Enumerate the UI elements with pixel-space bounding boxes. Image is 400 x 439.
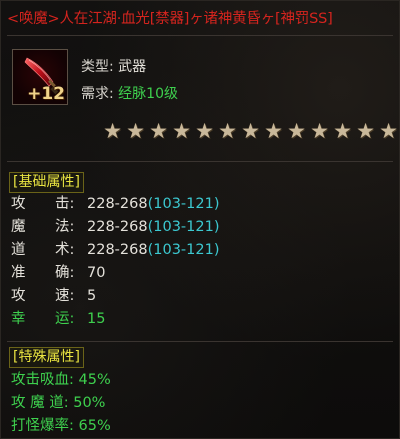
base-stat-label-suffix: 确: [55,265,75,281]
enhance-level: +12 [27,84,65,104]
base-stat-label-suffix: 法: [55,219,75,235]
base-stat-label-char: 魔 [11,219,26,235]
base-stat-label-char: 道 [11,242,26,258]
item-title: <唤魔>人在江湖·血光[禁器]ヶ诸神黄昏ヶ[神罚SS] [7,11,333,27]
star-icon: ★ [218,119,237,143]
item-requirement-row: 需求: 经脉10级 [81,83,178,103]
special-stat-value: 45% [73,372,111,388]
requirement-label: 需求: [81,86,114,102]
base-stat-value: 5 [87,288,97,304]
base-stat-label: 幸 运: [11,309,87,329]
base-stat-label: 准 确: [11,263,87,283]
base-stat-label-char: 攻 [11,288,26,304]
base-stat-row: 准 确: 70 [11,263,105,283]
special-stat-value: 65% [73,418,111,434]
item-type-row: 类型: 武器 [81,56,146,76]
base-stat-bonus: (103-121) [147,242,220,258]
special-stat-row: 攻 魔 道: 50% [11,393,105,413]
special-stat-row: 打怪爆率: 65% [11,416,111,436]
title-divider [7,35,393,36]
star-icon: ★ [287,119,306,143]
special-stat-label: 攻击吸血: [11,372,74,388]
base-stat-label: 攻 击: [11,194,87,214]
base-stat-row: 幸 运: 15 [11,309,105,329]
item-icon-slot[interactable]: +12 [12,49,68,105]
star-icon: ★ [172,119,191,143]
base-stat-label-suffix: 速: [55,288,75,304]
base-stat-bonus: (103-121) [147,219,220,235]
requirement-value: 经脉10级 [118,86,178,102]
base-stat-label-suffix: 术: [55,242,75,258]
special-stat-label: 打怪爆率: [11,418,74,434]
section-divider [7,341,393,342]
star-icon: ★ [264,119,283,143]
star-icon: ★ [333,119,352,143]
star-icon: ★ [310,119,329,143]
base-stat-value: 228-268 [87,196,148,212]
base-stat-row: 攻 击: 228-268(103-121) [11,194,220,214]
special-stat-row: 攻击吸血: 45% [11,370,111,390]
base-stat-label-char: 攻 [11,196,26,212]
base-stat-value: 15 [87,311,106,327]
base-stat-value: 70 [87,265,106,281]
base-stat-label-suffix: 运: [55,311,75,327]
star-icon: ★ [195,119,214,143]
base-stat-value: 228-268 [87,242,148,258]
type-value: 武器 [118,59,147,75]
base-stat-bonus: (103-121) [147,196,220,212]
base-stat-label: 道 术: [11,240,87,260]
base-stat-label-char: 准 [11,265,26,281]
special-stat-label: 攻 魔 道: [11,395,69,411]
star-icon: ★ [126,119,145,143]
special-stat-value: 50% [68,395,106,411]
type-label: 类型: [81,59,114,75]
star-icon: ★ [103,119,122,143]
base-stat-label: 魔 法: [11,217,87,237]
base-stat-row: 魔 法: 228-268(103-121) [11,217,220,237]
base-stat-row: 攻 速: 5 [11,286,96,306]
base-stat-label: 攻 速: [11,286,87,306]
star-icon: ★ [356,119,375,143]
base-stat-row: 道 术: 228-268(103-121) [11,240,220,260]
star-icon: ★ [241,119,260,143]
star-icon: ★ [149,119,168,143]
base-stat-label-suffix: 击: [55,196,75,212]
base-stat-label-char: 幸 [11,311,26,327]
item-tooltip: <唤魔>人在江湖·血光[禁器]ヶ诸神黄昏ヶ[神罚SS] +12 类型: 武器 需… [0,0,400,439]
special-attributes-header: [特殊属性] [9,347,84,368]
base-stat-value: 228-268 [87,219,148,235]
star-rating: ★ ★ ★ ★ ★ ★ ★ ★ ★ ★ ★ ★ ★ [101,120,400,142]
star-icon: ★ [379,119,398,143]
stars-divider [7,161,393,162]
base-attributes-header: [基础属性] [9,172,84,193]
